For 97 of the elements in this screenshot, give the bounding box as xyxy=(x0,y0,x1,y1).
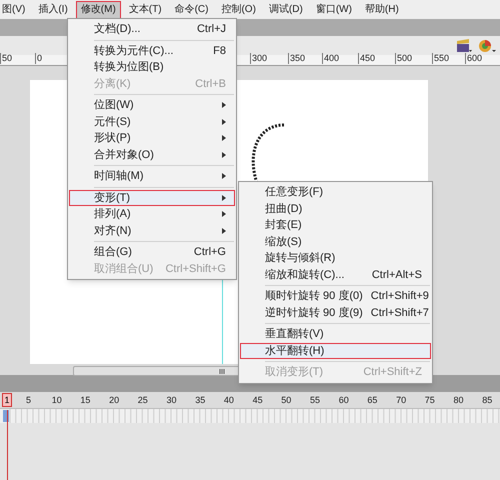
menu-item[interactable]: 缩放(S) xyxy=(240,234,431,250)
frame-number: 80 xyxy=(454,394,464,407)
menu-bar-item[interactable]: 图(V) xyxy=(0,0,30,18)
menu-item-label: 时间轴(M) xyxy=(94,169,144,184)
frame-number: 10 xyxy=(52,394,62,407)
menu-item-label: 扭曲(D) xyxy=(265,202,304,216)
menu-item[interactable]: 组合(G) Ctrl+G xyxy=(69,244,235,260)
menu-bar-item[interactable]: 调试(D) xyxy=(264,0,308,18)
menu-item-label: 组合(G) xyxy=(94,245,133,260)
frame-number: 75 xyxy=(424,394,435,407)
frame-number: 85 xyxy=(482,394,492,407)
ruler-label: 550 xyxy=(432,53,450,64)
shortcut-label: Ctrl+Shift+7 xyxy=(370,306,429,320)
menu-item[interactable]: 水平翻转(H) xyxy=(240,342,431,359)
menu-item-label: 取消变形(T) xyxy=(265,364,324,380)
ruler-label: 50 xyxy=(0,53,12,64)
menu-bar-item[interactable]: 帮助(H) xyxy=(360,0,404,18)
menu-item[interactable]: 转换为位图(B) xyxy=(69,59,235,76)
menu-item-label: 旋转与倾斜(R) xyxy=(265,251,336,266)
menu-item-label: 缩放和旋转(C)... xyxy=(265,268,346,282)
frame-number: 60 xyxy=(338,394,349,407)
frame-number: 15 xyxy=(80,394,90,407)
frame-number: 70 xyxy=(396,394,406,407)
menu-bar-item[interactable]: 命令(C) xyxy=(170,0,214,18)
playhead-line xyxy=(7,410,8,480)
menu-item[interactable]: 元件(S) xyxy=(69,114,235,130)
menu-item-label: 转换为元件(C)... xyxy=(94,44,174,58)
current-frame-marker[interactable]: 1 xyxy=(2,393,12,407)
menu-item[interactable]: 扭曲(D) xyxy=(240,200,431,217)
shortcut-label: F8 xyxy=(213,44,226,58)
menu-item[interactable]: 逆时针旋转 90 度(9) Ctrl+Shift+7 xyxy=(240,304,431,321)
shortcut-label: Ctrl+Alt+S xyxy=(372,268,422,282)
frame-number: 5 xyxy=(26,394,32,407)
menu-item-label: 取消组合(U) xyxy=(94,262,154,276)
shortcut-label: Ctrl+J xyxy=(196,22,226,37)
shortcut-label: Ctrl+Shift+9 xyxy=(370,289,429,304)
menu-item[interactable]: 变形(T) xyxy=(69,190,235,206)
frame-number: 65 xyxy=(367,394,378,407)
menu-item[interactable]: 垂直翻转(V) xyxy=(240,326,431,342)
menu-bar-item[interactable]: 文本(T) xyxy=(124,0,167,18)
menu-item[interactable]: 封套(E) xyxy=(240,217,431,234)
ruler-label: 300 xyxy=(250,53,268,64)
menu-item-label: 转换为位图(B) xyxy=(94,60,165,75)
menu-item[interactable]: 缩放和旋转(C)... Ctrl+Alt+S xyxy=(240,266,431,283)
frame-number: 50 xyxy=(281,394,292,407)
frame-number: 25 xyxy=(138,394,148,407)
menu-item-label: 合并对象(O) xyxy=(94,148,155,162)
menu-item[interactable]: 排列(A) xyxy=(69,206,235,222)
menu-item[interactable]: 对齐(N) xyxy=(69,222,235,239)
menu-bar-item[interactable]: 控制(O) xyxy=(216,0,261,18)
menu-item[interactable]: 旋转与倾斜(R) xyxy=(240,250,431,266)
menu-item-label: 变形(T) xyxy=(94,190,132,206)
shortcut-label: Ctrl+Shift+Z xyxy=(363,365,422,380)
grip-icon xyxy=(219,368,225,374)
menu-item-label: 位图(W) xyxy=(94,98,135,113)
frame-number: 20 xyxy=(109,394,120,407)
frame-number: 40 xyxy=(224,394,234,407)
menu-item-label: 任意变形(F) xyxy=(265,184,324,200)
menu-bar-item[interactable]: 修改(M) xyxy=(76,0,121,18)
menu-item-label: 垂直翻转(V) xyxy=(265,326,325,342)
shortcut-label: Ctrl+B xyxy=(195,76,226,92)
ruler-label: 0 xyxy=(35,53,42,64)
shortcut-label: Ctrl+Shift+G xyxy=(165,262,226,276)
menu-item[interactable]: 位图(W) xyxy=(69,97,235,114)
menu-item[interactable]: 时间轴(M) xyxy=(69,168,235,184)
menu-bar-item[interactable]: 窗口(W) xyxy=(310,0,357,18)
menu-item-label: 分离(K) xyxy=(94,76,132,92)
menu-item-label: 对齐(N) xyxy=(94,224,132,238)
menu-item[interactable]: 任意变形(F) xyxy=(240,184,431,200)
ruler-label: 400 xyxy=(322,53,340,64)
menu-item-label: 封套(E) xyxy=(265,218,303,233)
menu-bar-item[interactable]: 插入(I) xyxy=(33,0,73,18)
ruler-label: 500 xyxy=(395,53,412,64)
menu-item[interactable]: 转换为元件(C)... F8 xyxy=(69,42,235,59)
frame-number: 45 xyxy=(252,394,263,407)
menu-item[interactable]: 形状(P) xyxy=(69,130,235,146)
menu-item-label: 顺时针旋转 90 度(0) xyxy=(265,288,363,304)
frame-number: 30 xyxy=(166,394,177,407)
ruler-label: 450 xyxy=(358,53,376,64)
menu-item-label: 水平翻转(H) xyxy=(265,344,326,358)
menu-item-label: 元件(S) xyxy=(94,114,132,130)
ruler-label: 350 xyxy=(288,53,306,64)
clapperboard-icon[interactable] xyxy=(456,38,472,52)
menu-item[interactable]: 合并对象(O) xyxy=(69,146,235,163)
menu-item-label: 缩放(S) xyxy=(265,234,303,250)
menu-item-label: 排列(A) xyxy=(94,207,132,222)
menu-item[interactable]: 顺时针旋转 90 度(0) Ctrl+Shift+9 xyxy=(240,288,431,304)
shortcut-label: Ctrl+G xyxy=(194,245,226,260)
frame-number: 55 xyxy=(310,394,320,407)
frame-number: 35 xyxy=(195,394,206,407)
color-wheel-icon[interactable] xyxy=(478,38,496,53)
menu-item[interactable]: 文档(D)... Ctrl+J xyxy=(69,21,235,38)
ruler-label: 600 xyxy=(465,53,482,64)
menu-item-label: 逆时针旋转 90 度(9) xyxy=(265,306,363,320)
menu-item-label: 形状(P) xyxy=(94,131,132,146)
menu-item-label: 文档(D)... xyxy=(94,22,142,37)
horizontal-scrollbar[interactable] xyxy=(73,366,240,376)
